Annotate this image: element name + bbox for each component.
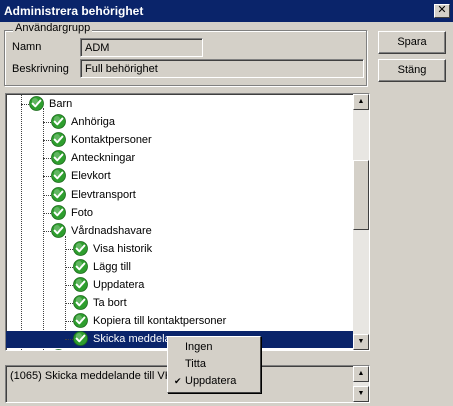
- status-scroll-down-button[interactable]: ▼: [353, 386, 369, 402]
- status-scroll-up-button[interactable]: ▲: [353, 366, 369, 382]
- green-check-icon: [51, 150, 66, 166]
- tree-node[interactable]: Elevtransport: [51, 186, 331, 204]
- tree-node-label: Kopiera till kontaktpersoner: [93, 315, 227, 328]
- tree-node-label: Anteckningar: [71, 152, 136, 165]
- green-check-icon: [51, 222, 66, 238]
- green-check-icon: [51, 114, 66, 129]
- group-legend: Användargrupp: [13, 22, 93, 34]
- checkmark-icon: ✔: [174, 376, 182, 386]
- name-label: Namn: [12, 41, 42, 53]
- tree-node[interactable]: Anteckningar: [51, 149, 331, 167]
- name-value: ADM: [85, 42, 110, 54]
- arrow-up-icon: ▲: [357, 98, 365, 105]
- menu-item-titta[interactable]: Titta: [168, 356, 260, 372]
- tree-connector-line: [43, 108, 44, 350]
- tree-content: Barn Anhöriga Kontaktpersoner Anteckningar E…: [6, 94, 354, 350]
- close-icon: ✕: [437, 4, 447, 16]
- tree-node-label: Elevtransport: [71, 188, 136, 201]
- scroll-thumb[interactable]: [353, 160, 369, 230]
- permission-tree[interactable]: Barn Anhöriga Kontaktpersoner Anteckningar E…: [5, 93, 370, 351]
- arrow-up-icon: ▲: [357, 370, 365, 377]
- tree-node[interactable]: Barn: [29, 95, 309, 113]
- description-field[interactable]: Full behörighet: [80, 59, 364, 78]
- tree-node-label: Visa historik: [93, 242, 153, 255]
- green-check-icon: [73, 295, 88, 310]
- tree-node[interactable]: Ta bort: [73, 294, 353, 312]
- close-button-label: Stäng: [397, 64, 427, 76]
- green-check-icon: [73, 331, 88, 347]
- tree-node[interactable]: Visa historik: [73, 240, 353, 258]
- tree-node-label: Anhöriga: [71, 116, 116, 129]
- tree-node-label: Skicka meddela: [91, 333, 173, 346]
- tree-node-label: Vårdnadshavare: [71, 224, 152, 237]
- green-check-icon: [51, 186, 66, 202]
- status-scrollbar[interactable]: ▲ ▼: [353, 366, 369, 402]
- green-check-icon: [73, 313, 88, 329]
- save-button-label: Spara: [397, 36, 427, 48]
- menu-item-ingen[interactable]: Ingen: [168, 339, 260, 355]
- green-check-icon: [51, 168, 66, 184]
- green-check-icon: [51, 204, 66, 220]
- description-value: Full behörighet: [85, 63, 158, 75]
- green-check-icon: [55, 349, 62, 350]
- tree-node-label: Ta bort: [93, 297, 127, 310]
- green-check-icon: [73, 258, 88, 274]
- name-field[interactable]: ADM: [80, 38, 203, 57]
- tree-node-label: Lägg till: [93, 260, 131, 273]
- scroll-up-button[interactable]: ▲: [353, 94, 369, 110]
- permission-context-menu: Ingen Titta ✔ Uppdatera: [167, 336, 261, 393]
- tree-node[interactable]: Kontaktpersoner: [51, 131, 331, 149]
- green-check-icon: [51, 132, 66, 148]
- tree-node[interactable]: Lägg till: [73, 258, 353, 276]
- menu-item-label: Ingen: [185, 341, 213, 353]
- close-window-button[interactable]: ✕: [434, 4, 450, 18]
- green-check-icon: [73, 277, 88, 292]
- tree-node[interactable]: Elevkort: [51, 167, 331, 185]
- menu-item-label: Uppdatera: [185, 375, 237, 387]
- tree-connector-line: [21, 94, 22, 350]
- arrow-down-icon: ▼: [357, 338, 365, 345]
- tree-node-label: Elevkort: [71, 170, 111, 183]
- green-check-icon: [29, 96, 44, 111]
- green-check-icon: [73, 240, 88, 256]
- tree-node[interactable]: Kopiera till kontaktpersoner: [73, 312, 353, 330]
- scroll-down-button[interactable]: ▼: [353, 334, 369, 350]
- tree-node-label: Uppdatera: [93, 279, 145, 291]
- tree-node-label: Barn: [49, 98, 73, 110]
- title-bar: Administrera behörighet: [0, 0, 453, 22]
- status-text: (1065) Skicka meddelande till VH: [10, 370, 173, 382]
- tree-node[interactable]: Foto: [51, 204, 331, 222]
- tree-node[interactable]: Anhöriga: [51, 113, 331, 131]
- save-button[interactable]: Spara: [378, 31, 446, 54]
- tree-node[interactable]: Uppdatera: [73, 276, 353, 294]
- tree-connector-line: [65, 235, 66, 331]
- menu-item-uppdatera[interactable]: ✔ Uppdatera: [168, 373, 260, 389]
- close-button[interactable]: Stäng: [378, 59, 446, 82]
- tree-vertical-scrollbar[interactable]: ▲ ▼: [353, 94, 369, 350]
- description-label: Beskrivning: [12, 63, 69, 75]
- tree-node-label: Foto: [71, 206, 94, 219]
- window-title: Administrera behörighet: [4, 4, 144, 18]
- arrow-down-icon: ▼: [357, 390, 365, 397]
- tree-node-label: Kontaktpersoner: [71, 134, 152, 147]
- tree-node[interactable]: Vårdnadshavare: [51, 222, 331, 240]
- menu-item-label: Titta: [185, 358, 206, 370]
